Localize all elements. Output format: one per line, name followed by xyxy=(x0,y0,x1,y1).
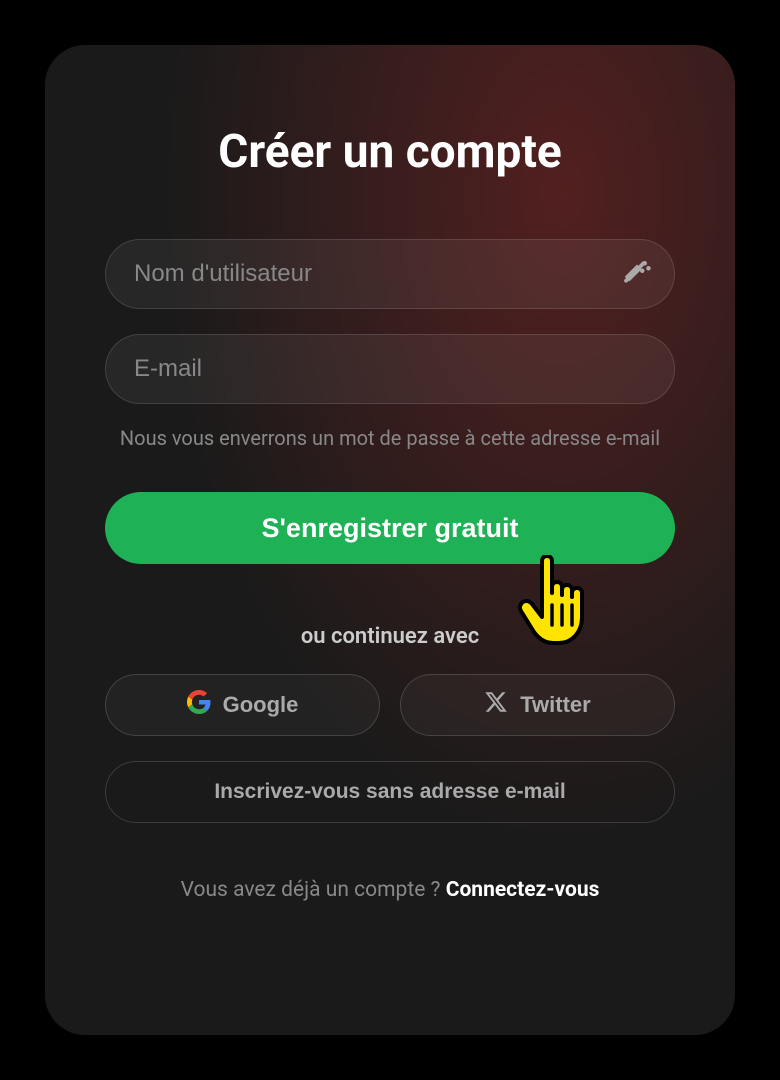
email-helper-text: Nous vous enverrons un mot de passe à ce… xyxy=(110,424,670,452)
magic-wand-icon[interactable] xyxy=(621,257,651,291)
twitter-signin-button[interactable]: Twitter xyxy=(400,674,675,736)
login-link[interactable]: Connectez-vous xyxy=(446,878,600,902)
email-field-wrap xyxy=(105,334,675,404)
google-signin-button[interactable]: Google xyxy=(105,674,380,736)
footer: Vous avez déjà un compte ? Connectez-vou… xyxy=(181,878,600,902)
divider-label: ou continuez avec xyxy=(301,624,479,649)
footer-prompt: Vous avez déjà un compte ? xyxy=(181,878,446,902)
modal-title: Créer un compte xyxy=(218,125,562,179)
register-button[interactable]: S'enregistrer gratuit xyxy=(105,492,675,564)
google-label: Google xyxy=(223,692,299,718)
email-input[interactable] xyxy=(105,334,675,404)
twitter-label: Twitter xyxy=(520,692,590,718)
signup-modal: Créer un compte Nous vous enverrons un m… xyxy=(45,45,735,1035)
x-twitter-icon xyxy=(484,690,508,720)
google-icon xyxy=(187,690,211,720)
social-buttons-row: Google Twitter xyxy=(105,674,675,736)
signup-without-email-button[interactable]: Inscrivez-vous sans adresse e-mail xyxy=(105,761,675,823)
username-field-wrap xyxy=(105,239,675,309)
username-input[interactable] xyxy=(105,239,675,309)
